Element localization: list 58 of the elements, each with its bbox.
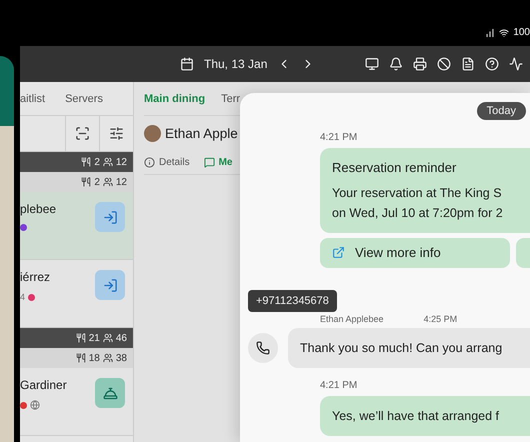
external-link-icon bbox=[332, 246, 345, 260]
tab[interactable]: Terr bbox=[221, 92, 240, 104]
cutlery-icon bbox=[76, 353, 86, 363]
guest-name: plebee bbox=[20, 202, 56, 216]
section-header: 21 46 bbox=[20, 328, 133, 348]
signal-icon bbox=[485, 28, 496, 38]
date-label[interactable]: Thu, 13 Jan bbox=[204, 57, 268, 71]
scan-icon[interactable] bbox=[75, 126, 90, 141]
chart-icon[interactable] bbox=[509, 57, 524, 71]
status-button[interactable] bbox=[95, 202, 125, 232]
section-header: 2 12 bbox=[20, 152, 133, 172]
message-bubble: Yes, we’ll have that arranged f bbox=[320, 396, 530, 436]
tab[interactable]: Main dining bbox=[144, 92, 206, 104]
tab[interactable]: aitlist bbox=[20, 92, 46, 104]
view-more-button[interactable]: View more info bbox=[320, 238, 510, 268]
avatar bbox=[144, 124, 161, 142]
cutlery-icon bbox=[76, 333, 86, 343]
help-icon[interactable] bbox=[485, 57, 500, 71]
people-icon bbox=[102, 353, 113, 363]
people-icon bbox=[102, 333, 113, 343]
chat-icon bbox=[204, 156, 215, 168]
screen-icon[interactable] bbox=[365, 57, 380, 71]
date-chip: Today bbox=[476, 102, 526, 120]
reservation-row[interactable]: plebee bbox=[20, 192, 133, 260]
cutlery-icon bbox=[81, 157, 92, 167]
phone-icon bbox=[256, 340, 270, 355]
globe-icon bbox=[30, 400, 40, 410]
message-bubble: Reservation reminder Your reservation at The King S on Wed, Jul 10 at 7:20pm for 2 bbox=[320, 148, 530, 233]
section-header: 2 12 bbox=[20, 172, 133, 192]
phone-tooltip: +97112345678 bbox=[248, 290, 337, 312]
message-time: 4:25 PM bbox=[424, 314, 458, 324]
battery-level: 100 bbox=[513, 27, 530, 38]
guest-name: Gardiner bbox=[20, 378, 67, 392]
party-size: 4 bbox=[20, 292, 26, 302]
people-icon bbox=[102, 157, 113, 167]
cutlery-icon bbox=[81, 177, 92, 187]
ban-icon[interactable] bbox=[437, 57, 452, 71]
tab[interactable]: Details bbox=[144, 156, 190, 168]
message-time: 4:21 PM bbox=[320, 380, 358, 391]
filter-icon[interactable] bbox=[109, 126, 124, 141]
tab[interactable]: Me bbox=[204, 156, 232, 168]
info-icon bbox=[144, 156, 155, 168]
guest-title: Ethan Apple bbox=[165, 126, 238, 140]
wifi-icon bbox=[499, 28, 510, 38]
sender-name: Ethan Applebee bbox=[320, 314, 384, 324]
message-time: 4:21 PM bbox=[320, 132, 358, 143]
status-button[interactable] bbox=[95, 270, 125, 300]
call-button[interactable] bbox=[248, 332, 278, 363]
guest-name: iérrez bbox=[20, 270, 50, 284]
message-bubble: Thank you so much! Can you arrang bbox=[288, 328, 530, 368]
people-icon bbox=[102, 177, 113, 187]
document-icon[interactable] bbox=[461, 57, 476, 71]
status-button[interactable] bbox=[95, 378, 125, 408]
bell-icon[interactable] bbox=[389, 57, 404, 71]
printer-icon[interactable] bbox=[413, 57, 428, 71]
calendar-icon bbox=[180, 57, 194, 71]
section-header: 18 38 bbox=[20, 348, 133, 368]
tab[interactable]: Servers bbox=[65, 92, 103, 104]
